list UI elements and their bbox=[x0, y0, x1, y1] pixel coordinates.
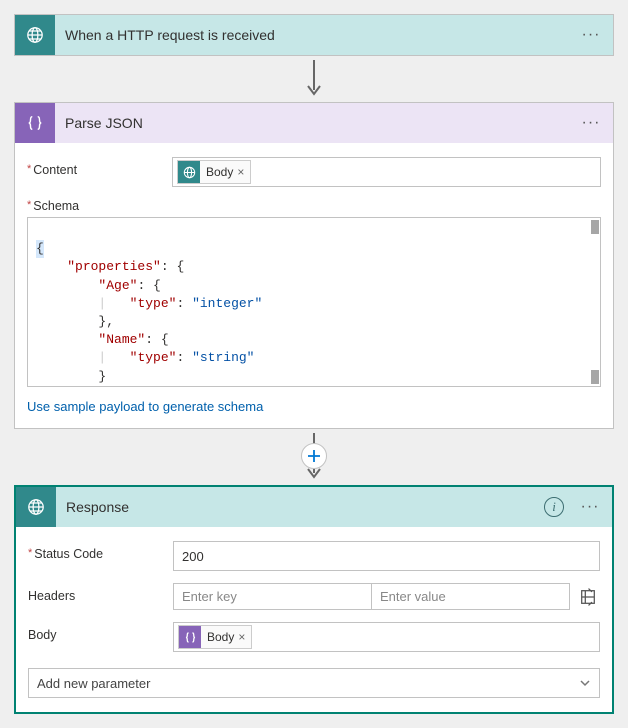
response-header[interactable]: Response i ··· bbox=[16, 487, 612, 527]
parse-json-menu-icon[interactable]: ··· bbox=[579, 114, 603, 132]
body-label: Body bbox=[28, 622, 163, 642]
trigger-card: When a HTTP request is received ··· bbox=[14, 14, 614, 56]
status-code-label: Status Code bbox=[28, 541, 163, 561]
headers-label: Headers bbox=[28, 583, 163, 603]
schema-textarea[interactable]: { "properties": { "Age": { | "type": "in… bbox=[27, 217, 601, 387]
content-input[interactable]: Body × bbox=[172, 157, 601, 187]
schema-scrollbar[interactable] bbox=[589, 219, 599, 385]
status-code-input[interactable]: 200 bbox=[173, 541, 600, 571]
parse-json-header[interactable]: Parse JSON ··· bbox=[15, 103, 613, 143]
body-token[interactable]: Body × bbox=[178, 625, 252, 649]
schema-label: Schema bbox=[27, 199, 601, 213]
chevron-down-icon bbox=[579, 677, 591, 689]
switch-mode-icon[interactable] bbox=[576, 585, 600, 609]
connector-arrow-2 bbox=[14, 429, 614, 485]
braces-icon bbox=[15, 103, 55, 143]
http-icon bbox=[178, 161, 200, 183]
parse-json-card: Parse JSON ··· Content Body × bbox=[14, 102, 614, 429]
http-icon bbox=[15, 15, 55, 55]
remove-token-icon[interactable]: × bbox=[237, 165, 244, 179]
remove-token-icon[interactable]: × bbox=[238, 630, 245, 644]
connector-arrow-1 bbox=[14, 56, 614, 102]
add-parameter-label: Add new parameter bbox=[37, 676, 150, 691]
body-input[interactable]: Body × bbox=[173, 622, 600, 652]
add-parameter-dropdown[interactable]: Add new parameter bbox=[28, 668, 600, 698]
http-icon bbox=[16, 487, 56, 527]
header-value-input[interactable]: Enter value bbox=[371, 584, 569, 609]
trigger-menu-icon[interactable]: ··· bbox=[579, 26, 603, 44]
response-menu-icon[interactable]: ··· bbox=[578, 498, 602, 516]
response-card: Response i ··· Status Code 200 Headers E… bbox=[14, 485, 614, 714]
info-icon[interactable]: i bbox=[544, 497, 564, 517]
token-label: Body bbox=[207, 630, 234, 644]
header-key-input[interactable]: Enter key bbox=[174, 584, 371, 609]
trigger-title: When a HTTP request is received bbox=[65, 27, 569, 43]
token-label: Body bbox=[206, 165, 233, 179]
add-step-button[interactable] bbox=[301, 443, 327, 469]
content-label: Content bbox=[27, 157, 162, 177]
use-sample-link[interactable]: Use sample payload to generate schema bbox=[27, 399, 601, 414]
headers-kv-input: Enter key Enter value bbox=[173, 583, 570, 610]
response-title: Response bbox=[66, 499, 534, 515]
parse-json-title: Parse JSON bbox=[65, 115, 569, 131]
trigger-header[interactable]: When a HTTP request is received ··· bbox=[15, 15, 613, 55]
content-body-token[interactable]: Body × bbox=[177, 160, 251, 184]
braces-icon bbox=[179, 626, 201, 648]
